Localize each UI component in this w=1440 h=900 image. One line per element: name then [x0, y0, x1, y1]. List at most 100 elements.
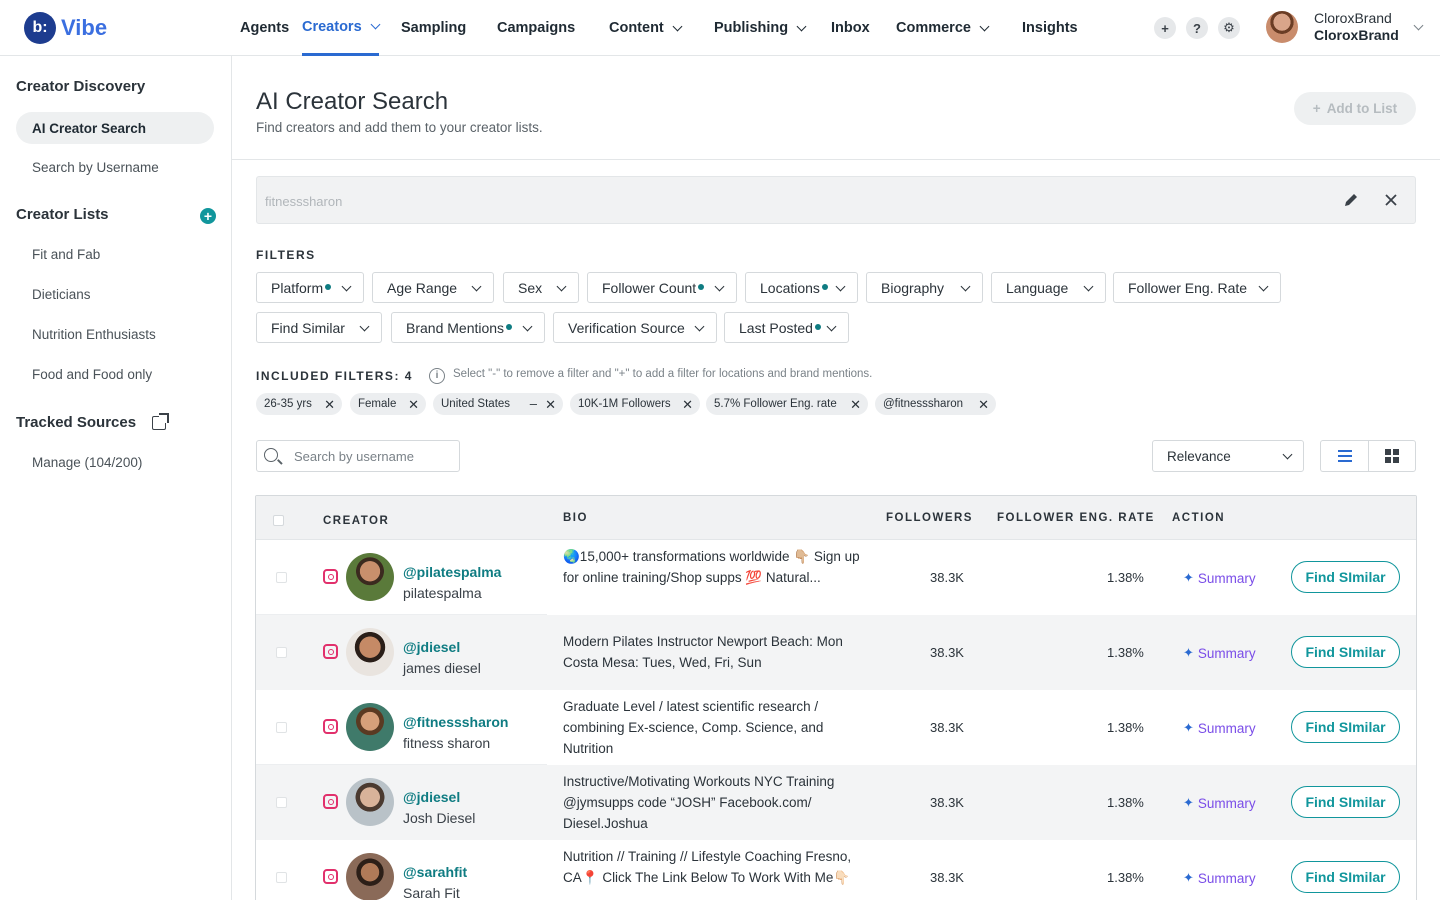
creator-handle[interactable]: @pilatespalma — [403, 564, 501, 580]
list-view-button[interactable] — [1320, 440, 1368, 472]
filter-language[interactable]: Language — [991, 272, 1106, 303]
creator-eng-rate: 1.38% — [1107, 720, 1144, 735]
ai-search-bar[interactable]: fitnesssharon — [256, 176, 1416, 224]
nav-content[interactable]: Content — [609, 0, 683, 56]
close-icon[interactable]: ✕ — [408, 397, 419, 413]
creator-followers: 38.3K — [930, 795, 964, 810]
nav-inbox[interactable]: Inbox — [831, 0, 870, 56]
gear-icon[interactable]: ⚙ — [1218, 17, 1240, 39]
creator-handle[interactable]: @jdiesel — [403, 639, 460, 655]
summary-link[interactable]: ✦ Summary — [1183, 645, 1256, 661]
user-menu[interactable]: CloroxBrand CloroxBrand — [1266, 10, 1424, 44]
add-to-list-button[interactable]: + Add to List — [1294, 92, 1416, 125]
close-icon[interactable]: ✕ — [850, 397, 861, 413]
row-checkbox[interactable] — [276, 722, 287, 733]
row-checkbox[interactable] — [276, 647, 287, 658]
row-checkbox[interactable] — [276, 872, 287, 883]
column-header-eng-rate[interactable]: FOLLOWER ENG. RATE — [997, 512, 1155, 524]
summary-link[interactable]: ✦ Summary — [1183, 720, 1256, 736]
select-all-checkbox[interactable] — [273, 515, 284, 526]
active-filter-dot — [698, 283, 705, 290]
nav-commerce-label: Commerce — [896, 20, 971, 36]
sort-select[interactable]: Relevance — [1152, 440, 1304, 472]
summary-link[interactable]: ✦ Summary — [1183, 870, 1256, 886]
avatar[interactable] — [346, 628, 394, 676]
filter-sex[interactable]: Sex — [503, 272, 579, 303]
creator-cell — [256, 840, 547, 900]
avatar[interactable] — [346, 778, 394, 826]
filter-follower-eng-rate-label: Follower Eng. Rate — [1128, 279, 1248, 296]
filter-follower-eng-rate[interactable]: Follower Eng. Rate — [1113, 272, 1281, 303]
column-header-followers[interactable]: FOLLOWERS — [886, 512, 973, 524]
plus-icon[interactable]: + — [1154, 17, 1176, 39]
row-checkbox[interactable] — [276, 797, 287, 808]
creator-handle[interactable]: @fitnesssharon — [403, 714, 508, 730]
row-checkbox[interactable] — [276, 572, 287, 583]
nav-creators[interactable]: Creators — [302, 0, 381, 56]
filter-chip: United States – ✕ — [433, 393, 563, 415]
filter-age-range[interactable]: Age Range — [372, 272, 494, 303]
find-similar-button[interactable]: Find SImilar — [1291, 786, 1400, 818]
sidebar-item-manage[interactable]: Manage (104/200) — [32, 455, 142, 470]
filter-last-posted[interactable]: Last Posted — [724, 312, 849, 343]
filter-biography[interactable]: Biography — [866, 272, 983, 303]
sidebar-item-dieticians[interactable]: Dieticians — [32, 287, 91, 302]
find-similar-button[interactable]: Find SImilar — [1291, 711, 1400, 743]
close-icon[interactable]: ✕ — [324, 397, 335, 413]
pencil-icon[interactable] — [1343, 192, 1359, 208]
add-list-icon[interactable]: + — [200, 208, 216, 224]
nav-content-label: Content — [609, 20, 664, 36]
avatar[interactable] — [346, 853, 394, 900]
filter-locations[interactable]: Locations — [745, 272, 858, 303]
filter-find-similar[interactable]: Find Similar — [256, 312, 382, 343]
instagram-icon — [323, 644, 338, 659]
grid-view-button[interactable] — [1368, 440, 1416, 472]
summary-link[interactable]: ✦ Summary — [1183, 795, 1256, 811]
nav-campaigns[interactable]: Campaigns — [497, 0, 575, 56]
sidebar-item-fit-and-fab[interactable]: Fit and Fab — [32, 247, 100, 262]
summary-link[interactable]: ✦ Summary — [1183, 570, 1256, 586]
avatar[interactable] — [346, 703, 394, 751]
nav-commerce[interactable]: Commerce — [896, 0, 990, 56]
find-similar-button[interactable]: Find SImilar — [1291, 861, 1400, 893]
table-row[interactable]: @sarahfit Sarah Fit Nutrition // Trainin… — [256, 840, 1416, 900]
filter-brand-mentions[interactable]: Brand Mentions — [391, 312, 545, 343]
sidebar-item-nutrition-enthusiasts[interactable]: Nutrition Enthusiasts — [32, 327, 156, 342]
close-icon[interactable]: ✕ — [978, 397, 989, 413]
sidebar-item-food-and-food-only[interactable]: Food and Food only — [32, 367, 152, 382]
minus-icon[interactable]: – — [530, 396, 537, 411]
filter-last-posted-label: Last Posted — [739, 319, 813, 336]
filter-follower-count-label: Follower Count — [602, 279, 697, 296]
vibe-logo[interactable]: b: Vibe — [24, 12, 107, 44]
external-link-icon[interactable] — [152, 413, 169, 430]
sidebar-item-ai-creator-search[interactable]: AI Creator Search — [16, 112, 214, 144]
creator-handle[interactable]: @jdiesel — [403, 789, 460, 805]
avatar[interactable] — [346, 553, 394, 601]
nav-sampling[interactable]: Sampling — [401, 0, 466, 56]
top-actions: + ? ⚙ — [1154, 17, 1240, 39]
close-icon[interactable] — [1383, 192, 1399, 208]
nav-agents[interactable]: Agents — [240, 0, 289, 56]
table-row[interactable]: @fitnesssharon fitness sharon Graduate L… — [256, 690, 1416, 765]
summary-label: Summary — [1197, 570, 1256, 586]
username-search-input[interactable]: Search by username — [256, 440, 460, 472]
creator-handle[interactable]: @sarahfit — [403, 864, 467, 880]
filter-platform-label: Platform — [271, 279, 324, 296]
find-similar-button[interactable]: Find SImilar — [1291, 636, 1400, 668]
table-row[interactable]: @jdiesel Josh Diesel Instructive/Motivat… — [256, 765, 1416, 840]
filter-follower-count[interactable]: Follower Count — [587, 272, 737, 303]
nav-insights[interactable]: Insights — [1022, 0, 1078, 56]
sidebar-item-search-by-username[interactable]: Search by Username — [32, 160, 159, 175]
filter-platform[interactable]: Platform — [256, 272, 364, 303]
filter-verification-source[interactable]: Verification Source — [553, 312, 717, 343]
close-icon[interactable]: ✕ — [682, 397, 693, 413]
nav-publishing-label: Publishing — [714, 20, 789, 36]
table-row[interactable]: @pilatespalma pilatespalma 🌏15,000+ tran… — [256, 540, 1416, 615]
list-view-icon — [1337, 450, 1352, 462]
chevron-down-icon — [1413, 20, 1424, 30]
find-similar-button[interactable]: Find SImilar — [1291, 561, 1400, 593]
nav-publishing[interactable]: Publishing — [714, 0, 807, 56]
help-icon[interactable]: ? — [1186, 17, 1208, 39]
table-row[interactable]: @jdiesel james diesel Modern Pilates Ins… — [256, 615, 1416, 690]
close-icon[interactable]: ✕ — [545, 397, 556, 413]
